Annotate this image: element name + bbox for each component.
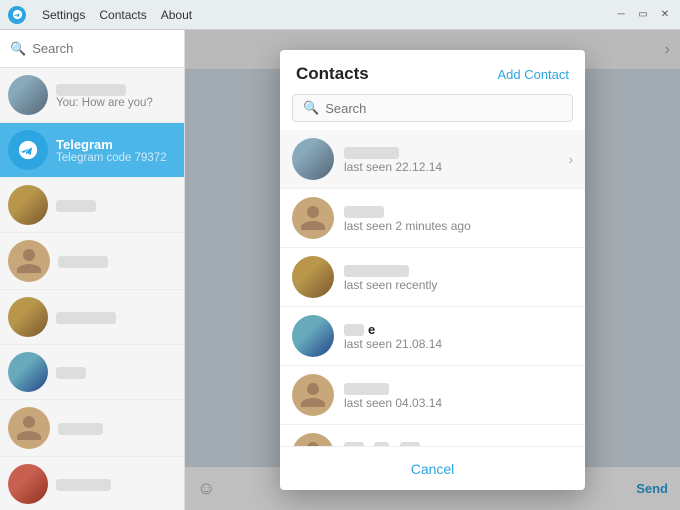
chat-name: Telegram (56, 137, 176, 152)
sidebar-search-input[interactable] (32, 41, 174, 56)
contact-avatar-placeholder (292, 197, 334, 239)
cancel-button[interactable]: Cancel (411, 461, 455, 477)
chat-name (56, 310, 176, 325)
menu-settings[interactable]: Settings (42, 8, 85, 22)
contacts-modal: Contacts Add Contact 🔍 (280, 50, 585, 490)
chat-preview: Telegram code 79372 (56, 152, 176, 164)
contact-status: last seen 04.03.14 (344, 396, 573, 410)
window-controls: ─ ▭ ✕ (614, 8, 672, 22)
main-area: 🔍 You: How are you? (0, 30, 680, 510)
modal-header: Contacts Add Contact (280, 50, 585, 94)
close-button[interactable]: ✕ (658, 8, 672, 22)
chat-info (56, 365, 176, 380)
contact-avatar-placeholder (292, 433, 334, 446)
contact-chevron-icon: › (568, 151, 573, 167)
contact-status: last seen 22.12.14 (344, 160, 558, 174)
chat-info (56, 198, 176, 213)
title-bar: Settings Contacts About ─ ▭ ✕ (0, 0, 680, 30)
contacts-list: last seen 22.12.14 › (280, 130, 585, 446)
chat-info: You: How are you? (56, 82, 176, 109)
modal-search-bar: 🔍 (292, 94, 573, 122)
modal-overlay: Contacts Add Contact 🔍 (185, 30, 680, 510)
modal-footer: Cancel (280, 446, 585, 490)
contact-item[interactable]: ·· last seen 30.01.15 (280, 425, 585, 446)
chat-item[interactable]: You: How are you? (0, 68, 184, 123)
chat-item[interactable] (0, 400, 184, 457)
chat-item[interactable] (0, 290, 184, 345)
contact-info: e last seen 21.08.14 (344, 322, 573, 351)
sidebar: 🔍 You: How are you? (0, 30, 185, 510)
chat-name (56, 365, 176, 380)
modal-search-input[interactable] (325, 101, 562, 116)
contact-name: ·· (344, 440, 573, 447)
app-window: Settings Contacts About ─ ▭ ✕ 🔍 (0, 0, 680, 510)
contact-status: last seen 2 minutes ago (344, 219, 573, 233)
contact-name (344, 381, 573, 396)
contact-name (344, 204, 573, 219)
contact-name (344, 263, 573, 278)
chat-name (58, 421, 176, 436)
chat-info: Telegram Telegram code 79372 (56, 137, 176, 164)
contact-avatar (292, 315, 334, 357)
contact-avatar (292, 138, 334, 180)
contact-item[interactable]: last seen 04.03.14 (280, 366, 585, 425)
contact-avatar-placeholder (292, 374, 334, 416)
avatar (8, 352, 48, 392)
chat-item[interactable] (0, 233, 184, 290)
avatar (8, 464, 48, 504)
chat-info (58, 254, 176, 269)
avatar-placeholder (8, 240, 50, 282)
chat-info (58, 421, 176, 436)
chat-item[interactable] (0, 345, 184, 400)
telegram-logo-avatar (8, 130, 48, 170)
modal-search-icon: 🔍 (303, 100, 319, 116)
avatar (8, 75, 48, 115)
chat-area: › ☺ Send Contacts Add Contact 🔍 (185, 30, 680, 510)
app-logo (8, 6, 26, 24)
modal-title: Contacts (296, 64, 369, 84)
menu-about[interactable]: About (161, 8, 192, 22)
contact-info: last seen 04.03.14 (344, 381, 573, 410)
avatar (8, 185, 48, 225)
telegram-chat-item[interactable]: Telegram Telegram code 79372 (0, 123, 184, 178)
contact-item[interactable]: e last seen 21.08.14 (280, 307, 585, 366)
contact-status: last seen recently (344, 278, 573, 292)
contact-info: last seen 2 minutes ago (344, 204, 573, 233)
sidebar-search-icon: 🔍 (10, 41, 26, 57)
chat-preview: You: How are you? (56, 97, 176, 109)
avatar (8, 297, 48, 337)
chat-name (56, 82, 176, 97)
contact-name: e (344, 322, 573, 337)
menu-bar: Settings Contacts About (42, 8, 192, 22)
title-bar-left: Settings Contacts About (8, 6, 192, 24)
contact-item[interactable]: last seen 2 minutes ago (280, 189, 585, 248)
chat-item[interactable] (0, 178, 184, 233)
contact-info: last seen 22.12.14 (344, 145, 558, 174)
menu-contacts[interactable]: Contacts (99, 8, 146, 22)
chat-info (56, 310, 176, 325)
add-contact-button[interactable]: Add Contact (497, 67, 569, 82)
minimize-button[interactable]: ─ (614, 8, 628, 22)
chat-item[interactable] (0, 457, 184, 510)
sidebar-search-bar: 🔍 (0, 30, 184, 68)
contact-status: last seen 21.08.14 (344, 337, 573, 351)
contact-info: last seen recently (344, 263, 573, 292)
avatar-placeholder (8, 407, 50, 449)
contact-avatar (292, 256, 334, 298)
chat-info (56, 477, 176, 492)
chat-name (58, 254, 176, 269)
chat-name (56, 477, 176, 492)
contact-info: ·· last seen 30.01.15 (344, 440, 573, 447)
contact-item[interactable]: last seen recently (280, 248, 585, 307)
contact-name (344, 145, 558, 160)
restore-button[interactable]: ▭ (636, 8, 650, 22)
chat-name (56, 198, 176, 213)
chat-list: You: How are you? Telegram Telegram code… (0, 68, 184, 510)
contact-item[interactable]: last seen 22.12.14 › (280, 130, 585, 189)
